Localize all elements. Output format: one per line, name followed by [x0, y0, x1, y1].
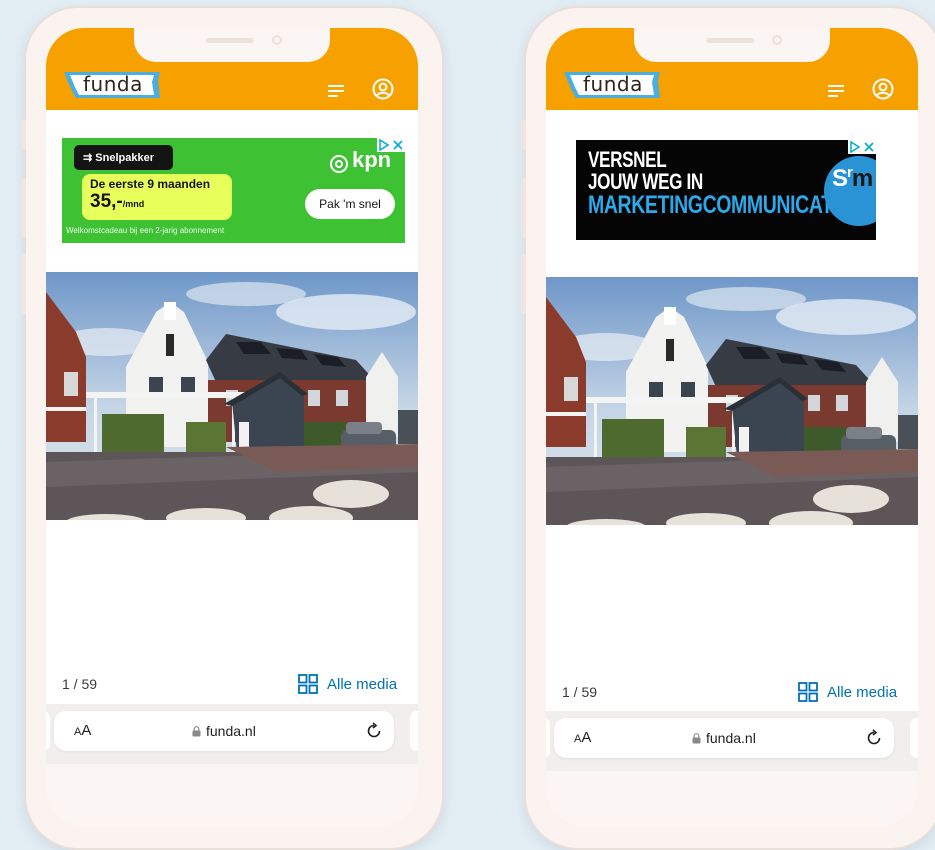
ad-choices-icon[interactable]	[377, 138, 405, 152]
address-bar[interactable]: AA funda.nl	[554, 718, 894, 758]
srm-logo-s: S	[832, 165, 848, 192]
kpn-flower-icon	[330, 155, 348, 173]
logo-text: funda	[583, 72, 643, 96]
kpn-ad-banner[interactable]: ⇉ Snelpakker De eerste 9 maanden 35,-/mn…	[62, 138, 405, 243]
funda-header: funda	[546, 28, 918, 110]
all-media-link[interactable]: Alle media	[798, 681, 897, 703]
side-button	[21, 254, 26, 314]
camera-icon	[772, 35, 782, 45]
all-media-link[interactable]: Alle media	[298, 673, 397, 695]
url-text: funda.nl	[206, 723, 256, 739]
camera-icon	[272, 35, 282, 45]
reload-icon[interactable]	[865, 729, 883, 747]
previous-tab-edge	[546, 718, 550, 758]
next-tab-edge	[910, 718, 918, 758]
phone-screen: funda VERSNEL JOUW WEG IN MARKETINGCOMMU…	[546, 28, 918, 826]
speaker-icon	[706, 38, 754, 43]
logo-text: funda	[83, 72, 143, 96]
user-icon[interactable]	[372, 78, 394, 100]
lock-icon	[192, 725, 201, 736]
ad-choices-icon[interactable]	[848, 140, 876, 154]
funda-logo[interactable]: funda	[562, 70, 660, 100]
arrow-icon: ⇉	[83, 152, 96, 164]
listing-photo[interactable]	[46, 272, 418, 520]
ad-fine-print: Welkomstcadeau bij een 2-jarig abonnemen…	[66, 226, 225, 235]
ad-headline-highlight: MARKETINGCOMMUNICATIE	[588, 191, 851, 219]
photo-counter: 1 / 59	[562, 684, 598, 700]
grid-icon	[798, 682, 818, 702]
ad-offer-line: De eerste 9 maanden	[90, 177, 211, 191]
photo-counter: 1 / 59	[62, 676, 98, 692]
ad-cta-button[interactable]: Pak 'm snel	[305, 189, 395, 219]
url-text: funda.nl	[706, 730, 756, 746]
user-icon[interactable]	[872, 78, 894, 100]
text-size-button[interactable]: AA	[74, 722, 91, 739]
srm-ad-banner[interactable]: VERSNEL JOUW WEG IN MARKETINGCOMMUNICATI…	[576, 140, 876, 240]
browser-bar: AA funda.nl	[546, 711, 918, 771]
page-content: ⇉ Snelpakker De eerste 9 maanden 35,-/mn…	[46, 110, 418, 780]
url-domain[interactable]: funda.nl	[192, 723, 256, 739]
side-button	[521, 178, 526, 238]
kpn-logo: kpn	[328, 147, 402, 176]
speaker-icon	[206, 38, 254, 43]
ad-offer: De eerste 9 maanden 35,-/mnd	[82, 174, 232, 220]
all-media-label: Alle media	[327, 675, 398, 693]
page-content: VERSNEL JOUW WEG IN MARKETINGCOMMUNICATI…	[546, 110, 918, 780]
ad-headline-line: JOUW WEG IN	[588, 169, 703, 194]
browser-bar: AA funda.nl	[46, 704, 418, 764]
menu-icon[interactable]	[328, 85, 344, 97]
phone-frame-left: funda ⇉ Snelpakker De eerste 9 maanden 3…	[21, 8, 442, 848]
ad-tag: ⇉ Snelpakker	[74, 145, 173, 170]
phone-notch	[634, 28, 830, 62]
ad-headline-line: VERSNEL	[588, 147, 667, 172]
url-domain[interactable]: funda.nl	[692, 730, 756, 746]
side-button	[521, 120, 526, 150]
lock-icon	[692, 732, 701, 743]
text-size-button[interactable]: AA	[574, 729, 591, 746]
ad-price: 35,-	[90, 191, 123, 212]
side-button	[21, 120, 26, 150]
phone-frame-right: funda VERSNEL JOUW WEG IN MARKETINGCOMMU…	[521, 8, 935, 848]
side-button	[21, 178, 26, 238]
listing-photo[interactable]	[546, 277, 918, 525]
all-media-label: Alle media	[827, 683, 898, 701]
address-bar[interactable]: AA funda.nl	[54, 711, 394, 751]
next-tab-edge	[410, 711, 418, 751]
side-button	[521, 254, 526, 314]
srm-logo-m: m	[851, 165, 873, 192]
funda-header: funda	[46, 28, 418, 110]
ad-price-unit: /mnd	[122, 199, 145, 209]
home-indicator-area	[46, 764, 418, 826]
menu-icon[interactable]	[828, 85, 844, 97]
phone-notch	[134, 28, 330, 62]
srm-logo: Srm	[832, 164, 873, 193]
home-indicator-area	[546, 771, 918, 826]
funda-logo[interactable]: funda	[62, 70, 160, 100]
reload-icon[interactable]	[365, 722, 383, 740]
grid-icon	[298, 674, 318, 694]
ad-tag-label: Snelpakker	[95, 152, 154, 164]
previous-tab-edge	[46, 711, 50, 751]
phone-screen: funda ⇉ Snelpakker De eerste 9 maanden 3…	[46, 28, 418, 826]
